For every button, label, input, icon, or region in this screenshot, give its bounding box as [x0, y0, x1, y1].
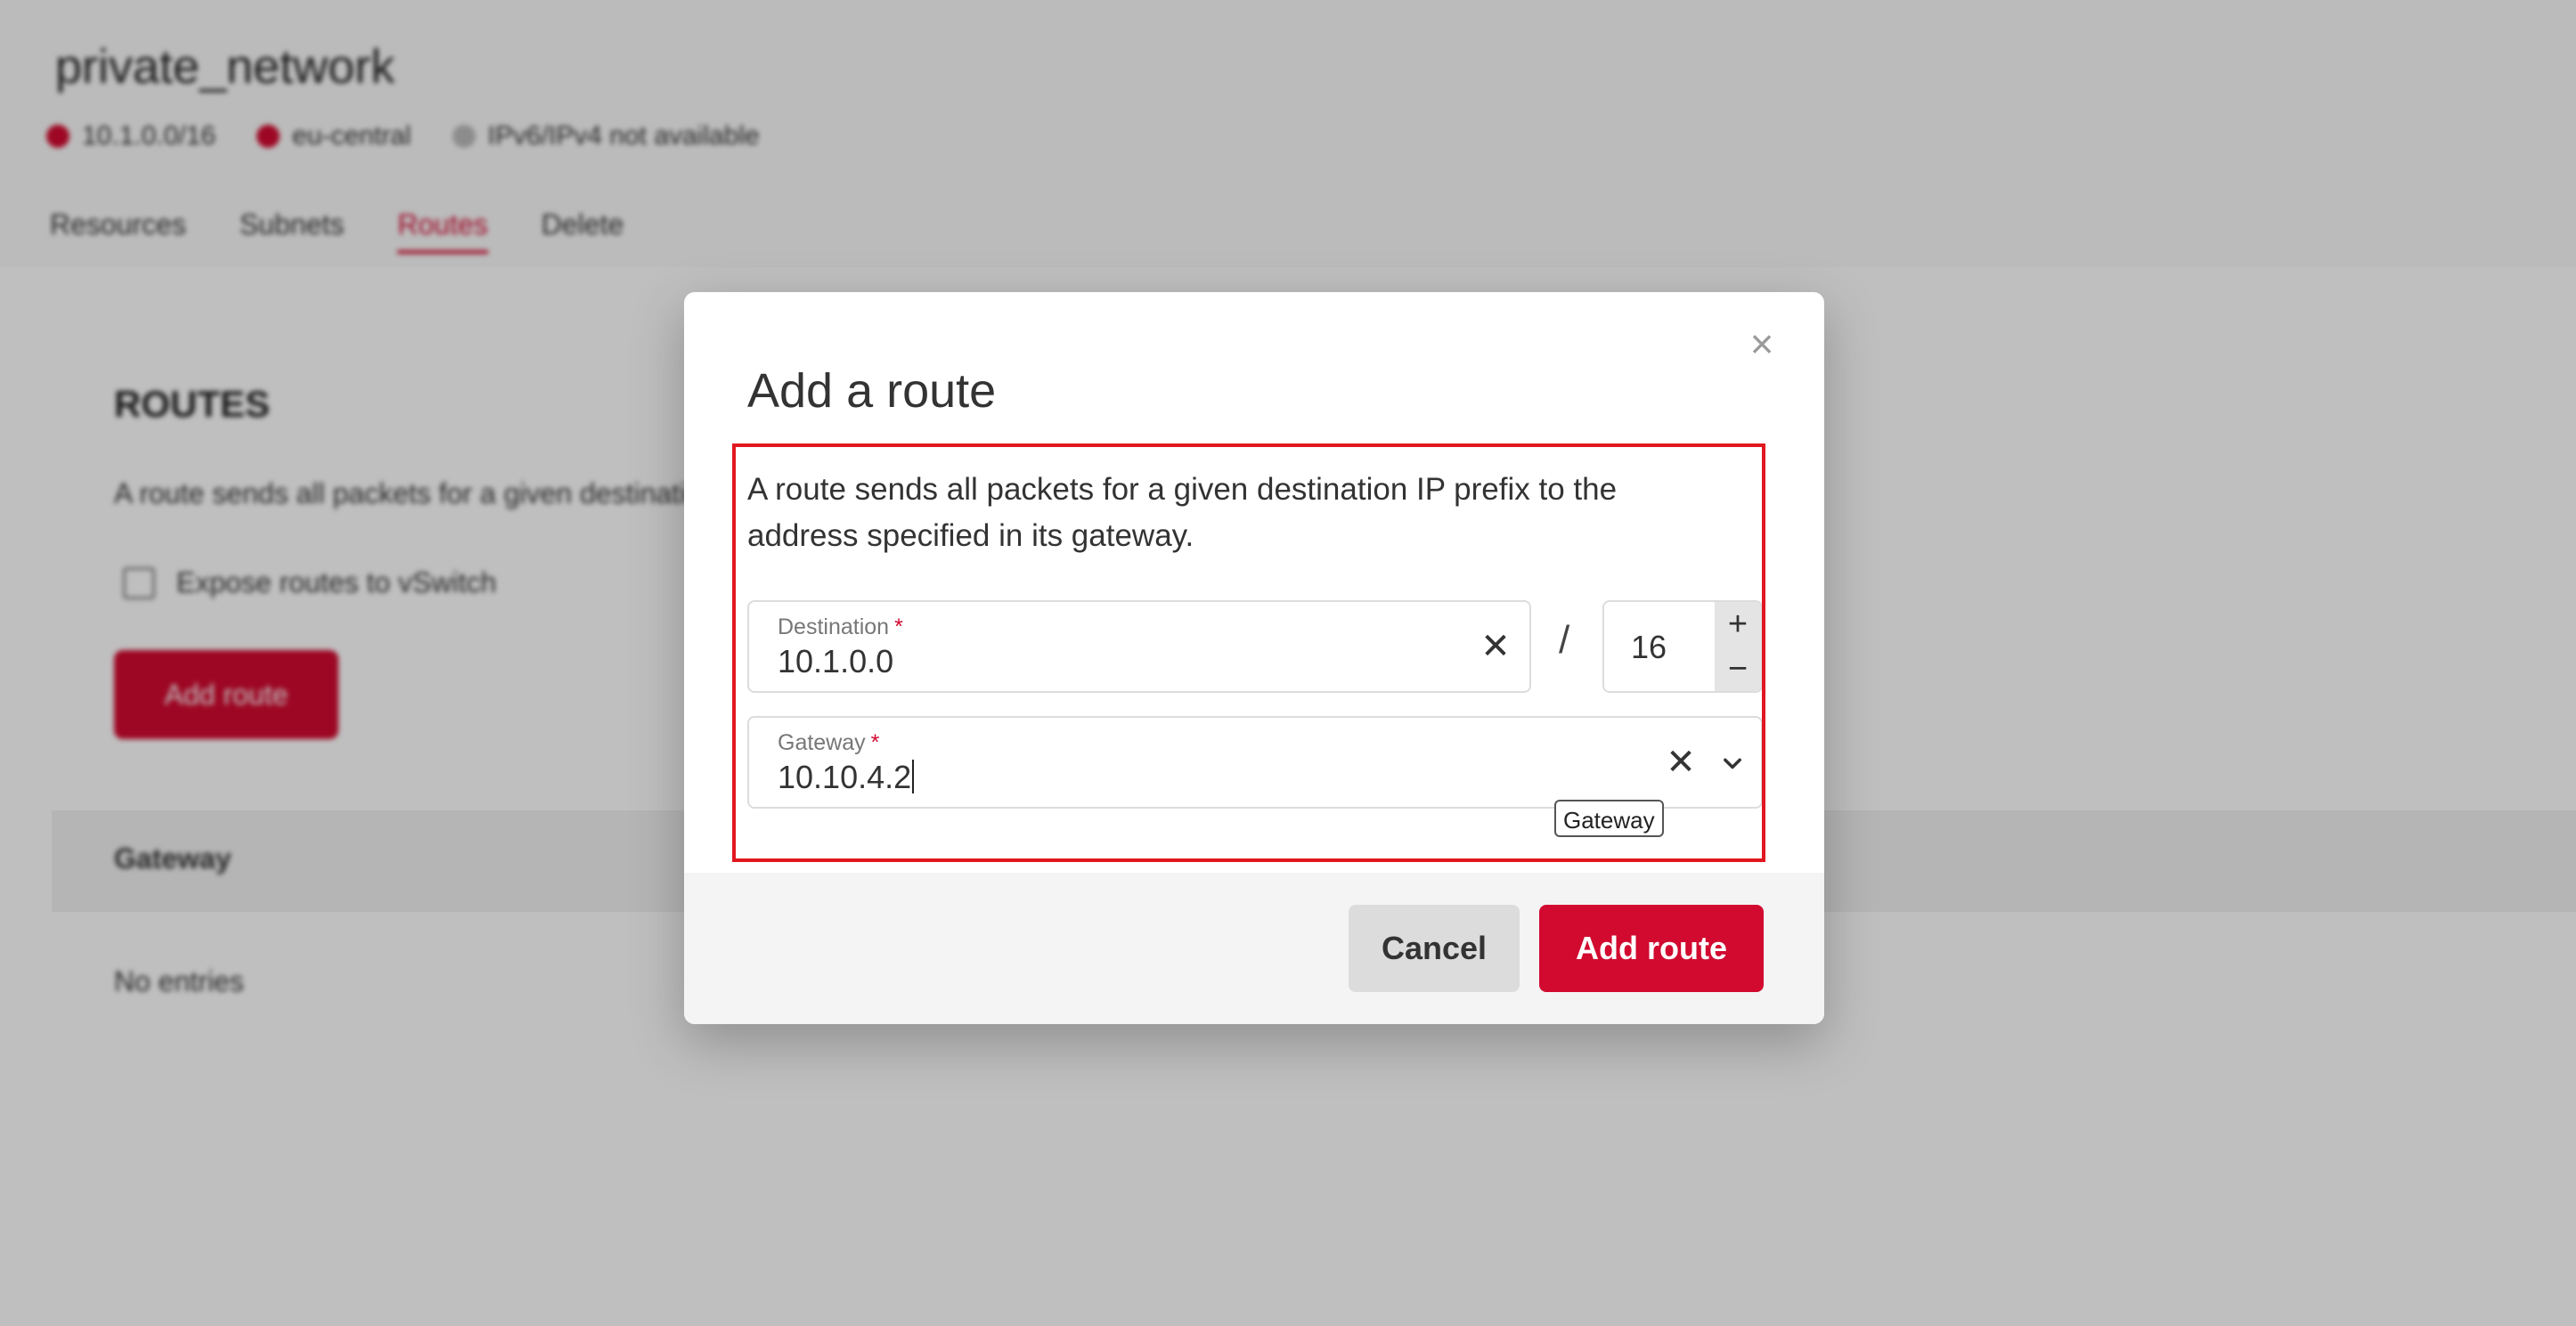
text-cursor — [912, 760, 915, 794]
chevron-down-icon[interactable] — [1720, 752, 1745, 777]
close-icon[interactable]: × — [1742, 323, 1781, 364]
destination-input[interactable]: 10.1.0.0 — [778, 643, 893, 680]
increment-icon[interactable]: + — [1715, 602, 1761, 647]
add-route-button[interactable]: Add route — [1539, 905, 1764, 992]
gateway-label: Gateway * — [778, 730, 880, 755]
decrement-icon[interactable]: − — [1715, 647, 1761, 691]
dialog-description: A route sends all packets for a given de… — [747, 472, 1618, 553]
gateway-field[interactable]: Gateway * 10.10.4.2 ✕ — [747, 716, 1763, 809]
stepper-controls: + − — [1715, 602, 1761, 691]
prefix-length-stepper[interactable]: 16 + − — [1602, 600, 1763, 693]
destination-field[interactable]: Destination * 10.1.0.0 ✕ — [747, 600, 1531, 693]
clear-gateway-icon[interactable]: ✕ — [1663, 744, 1699, 780]
prefix-separator: / — [1559, 618, 1570, 662]
gateway-tooltip: Gateway — [1554, 800, 1664, 837]
cancel-button[interactable]: Cancel — [1349, 905, 1520, 992]
prefix-length-input[interactable]: 16 — [1631, 629, 1667, 666]
destination-label: Destination * — [778, 614, 903, 639]
required-mark: * — [870, 730, 880, 755]
clear-destination-icon[interactable]: ✕ — [1478, 629, 1513, 664]
gateway-input[interactable]: 10.10.4.2 — [778, 759, 915, 796]
add-route-dialog: × Add a route A route sends all packets … — [684, 292, 1824, 1024]
dialog-title: Add a route — [747, 364, 997, 418]
required-mark: * — [894, 614, 903, 639]
